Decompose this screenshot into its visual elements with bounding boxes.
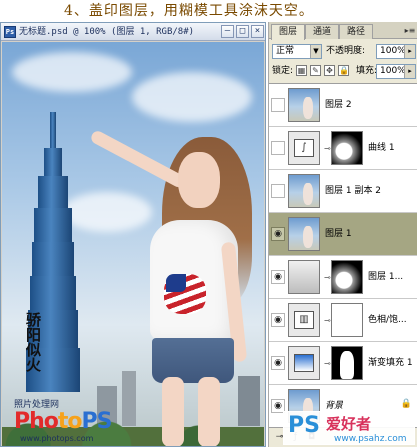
visibility-toggle[interactable] bbox=[271, 141, 285, 155]
panel-menu-icon[interactable]: ▸≡ bbox=[404, 25, 416, 36]
layer-mask-thumbnail[interactable] bbox=[331, 260, 363, 294]
layer-mask-thumbnail[interactable] bbox=[331, 131, 363, 165]
layer-name[interactable]: 图层 1 副本 2 bbox=[325, 184, 381, 198]
lock-pixels-icon[interactable]: ✎ bbox=[310, 65, 321, 76]
watermark-cn: 爱好者 bbox=[326, 415, 372, 433]
shirt-flag-stars bbox=[166, 274, 186, 292]
logo-url: www.photops.com bbox=[20, 434, 94, 443]
document-titlebar[interactable]: Ps 无标题.psd @ 100% (图层 1, RGB/8#) – □ × bbox=[1, 23, 265, 41]
lock-icon: 🔒 bbox=[400, 399, 412, 409]
eye-icon[interactable]: ◉ bbox=[271, 270, 285, 284]
eye-icon[interactable]: ◉ bbox=[271, 313, 285, 327]
tab-channels[interactable]: 通道 bbox=[305, 24, 339, 39]
document-title: 无标题.psd @ 100% (图层 1, RGB/8#) bbox=[19, 27, 195, 37]
opacity-label: 不透明度: bbox=[326, 46, 366, 56]
watermark-url: www.psahz.com bbox=[334, 434, 407, 444]
layer-name[interactable]: 色相/饱... bbox=[368, 313, 407, 327]
image-canvas[interactable]: 骄阳似火 照片处理网 PhotoPS www.photops.com bbox=[2, 42, 264, 446]
lock-label: 锁定: bbox=[272, 66, 294, 76]
minimize-button[interactable]: – bbox=[221, 25, 234, 38]
blend-mode-select[interactable]: 正常 ▼ bbox=[272, 44, 322, 59]
blend-row: 正常 ▼ 不透明度: 100% ▸ bbox=[272, 43, 416, 60]
layer-row[interactable]: ◉ ▥ ⊸ 色相/饱... bbox=[269, 299, 417, 342]
site-watermark: PS 爱好者 www.psahz.com bbox=[283, 411, 415, 445]
lock-transparency-icon[interactable]: ▦ bbox=[296, 65, 307, 76]
fill-input[interactable]: 100% ▸ bbox=[376, 64, 416, 79]
visibility-toggle[interactable] bbox=[271, 98, 285, 112]
document-window[interactable]: Ps 无标题.psd @ 100% (图层 1, RGB/8#) – □ × 骄… bbox=[0, 22, 266, 447]
maximize-button[interactable]: □ bbox=[236, 25, 249, 38]
model-face bbox=[178, 152, 220, 208]
eye-icon[interactable]: ◉ bbox=[271, 227, 285, 241]
model-denim-skirt bbox=[152, 338, 234, 383]
layer-row[interactable]: ∫ ⊸ 曲线 1 bbox=[269, 127, 417, 170]
fill-value: 100% bbox=[380, 66, 406, 76]
chain-link-icon: ⊸ bbox=[324, 359, 331, 368]
gradient-fill-icon bbox=[294, 354, 314, 372]
visibility-toggle[interactable] bbox=[271, 184, 285, 198]
chain-link-icon: ⊸ bbox=[324, 144, 331, 153]
model-leg bbox=[162, 377, 184, 446]
layer-row[interactable]: 图层 2 bbox=[269, 84, 417, 127]
curves-adjustment-icon: ∫ bbox=[294, 139, 314, 157]
cloud bbox=[132, 72, 252, 122]
layer-list[interactable]: 图层 2 ∫ ⊸ 曲线 1 图层 1 副本 2 ◉ 图层 1 ◉ ⊸ 图层 1.… bbox=[269, 83, 417, 428]
chevron-right-icon: ▸ bbox=[404, 65, 415, 78]
layer-mask-thumbnail[interactable] bbox=[331, 303, 363, 337]
model-leg bbox=[198, 377, 220, 446]
layer-row[interactable]: ◉ ⊸ 渐变填充 1 bbox=[269, 342, 417, 385]
layer-thumbnail bbox=[288, 346, 320, 380]
photoshop-doc-icon: Ps bbox=[4, 26, 16, 38]
layer-thumbnail bbox=[288, 174, 320, 208]
chevron-down-icon: ▼ bbox=[310, 45, 321, 58]
photops-logo: PhotoPS bbox=[14, 409, 113, 434]
model-arm bbox=[89, 128, 188, 190]
chain-link-icon: ⊸ bbox=[324, 273, 331, 282]
tab-layers[interactable]: 图层 bbox=[271, 24, 305, 40]
panel-tabs: 图层 通道 路径 ▸≡ bbox=[269, 22, 417, 40]
lock-all-icon[interactable]: 🔒 bbox=[338, 65, 349, 76]
layer-thumbnail bbox=[288, 88, 320, 122]
tab-paths[interactable]: 路径 bbox=[339, 24, 373, 39]
opacity-input[interactable]: 100% ▸ bbox=[376, 44, 416, 59]
layer-thumbnail bbox=[288, 217, 320, 251]
close-button[interactable]: × bbox=[251, 25, 264, 38]
layer-thumbnail bbox=[288, 260, 320, 294]
lock-row: 锁定: ▦ ✎ ✥ 🔒 填充: 100% ▸ bbox=[272, 63, 416, 80]
opacity-value: 100% bbox=[380, 46, 406, 56]
step-heading: 4、盖印图层，用糊模工具涂沫天空。 bbox=[64, 3, 314, 19]
layer-name[interactable]: 渐变填充 1 bbox=[368, 356, 413, 370]
layer-name[interactable]: 图层 1 bbox=[325, 227, 352, 241]
cloud bbox=[12, 52, 132, 92]
eye-icon[interactable]: ◉ bbox=[271, 356, 285, 370]
calligraphy-text: 骄阳似火 bbox=[24, 312, 42, 372]
hue-saturation-icon: ▥ bbox=[294, 311, 314, 329]
layer-name[interactable]: 图层 2 bbox=[325, 98, 352, 112]
layer-mask-thumbnail[interactable] bbox=[331, 346, 363, 380]
layer-row[interactable]: 图层 1 副本 2 bbox=[269, 170, 417, 213]
layer-thumbnail: ∫ bbox=[288, 131, 320, 165]
layer-row[interactable]: ◉ ⊸ 图层 1... bbox=[269, 256, 417, 299]
chevron-right-icon: ▸ bbox=[404, 45, 415, 58]
layer-name[interactable]: 图层 1... bbox=[368, 270, 403, 284]
blend-mode-value: 正常 bbox=[276, 46, 295, 56]
layer-name[interactable]: 曲线 1 bbox=[368, 141, 395, 155]
layer-thumbnail: ▥ bbox=[288, 303, 320, 337]
layers-panel[interactable]: 图层 通道 路径 ▸≡ 正常 ▼ 不透明度: 100% ▸ 锁定: ▦ ✎ ✥ … bbox=[268, 22, 417, 447]
chain-link-icon: ⊸ bbox=[324, 316, 331, 325]
layer-row-selected[interactable]: ◉ 图层 1 bbox=[269, 213, 417, 256]
lock-position-icon[interactable]: ✥ bbox=[324, 65, 335, 76]
fill-label: 填充: bbox=[356, 66, 378, 76]
watermark-ps: PS bbox=[288, 413, 320, 438]
